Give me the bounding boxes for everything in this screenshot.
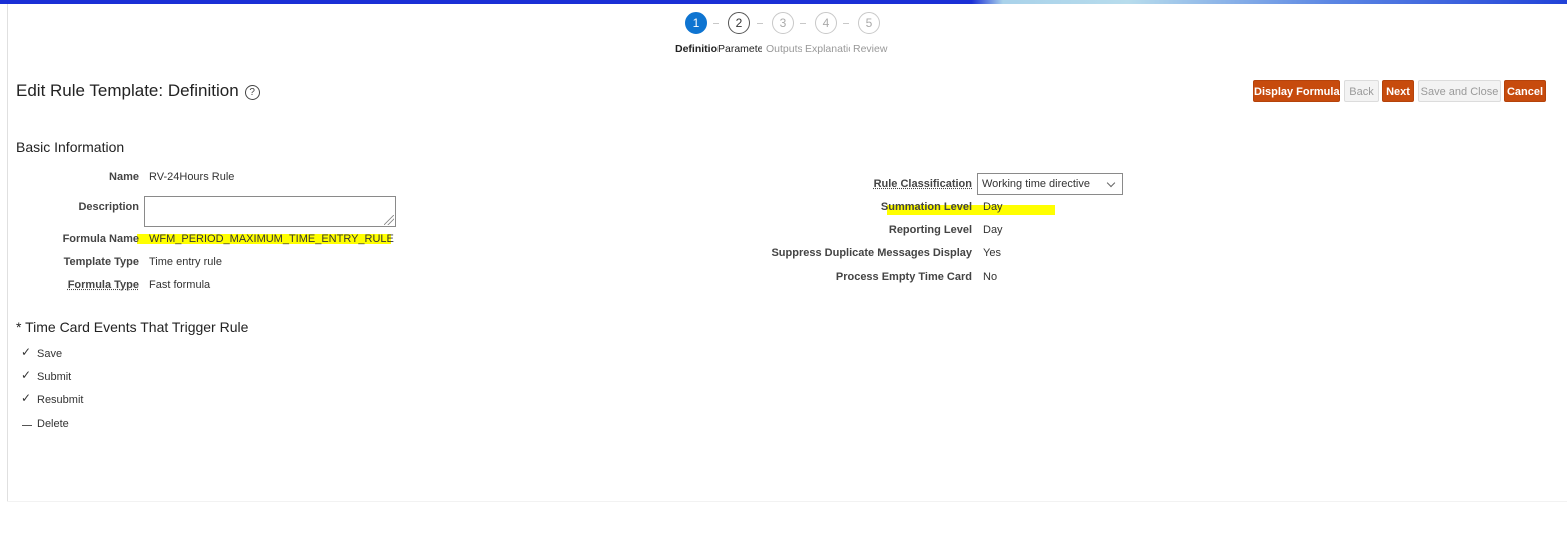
template-type-value: Time entry rule [149,256,222,268]
formula-type-label: Formula Type [67,279,139,291]
resize-grip-icon[interactable] [384,215,394,225]
train-connector [713,23,719,24]
event-label: Save [37,348,63,360]
back-button[interactable]: Back [1344,80,1379,102]
template-type-label: Template Type [63,256,139,268]
reporting-level-value: Day [983,224,1003,236]
summation-level-label: Summation Level [880,201,972,213]
train-step-2-label[interactable]: Parameters [718,43,762,55]
process-empty-label: Process Empty Time Card [835,271,972,283]
checkmark-icon: ✓ [21,391,32,405]
train-step-4: 4 [815,12,837,34]
event-label: Delete [37,418,69,430]
suppress-duplicate-value: Yes [983,247,1001,259]
train-step-5-label: Review [853,43,888,55]
train-connector [843,23,849,24]
train-step-5: 5 [858,12,880,34]
checkmark-icon: ✓ [21,368,32,382]
formula-name-value: WFM_PERIOD_MAXIMUM_TIME_ENTRY_RULE [149,233,394,245]
rule-classification-label: Rule Classification [873,178,972,190]
help-circle-icon[interactable]: ? [244,85,260,100]
train-step-4-label: Explanation [805,43,850,55]
rule-classification-select[interactable]: Working time directive [977,173,1123,195]
train-connector [800,23,806,24]
basic-information-heading: Basic Information [16,139,125,155]
name-label: Name [109,171,139,183]
train-step-1[interactable]: 1 [685,12,707,34]
cancel-button[interactable]: Cancel [1504,80,1546,102]
reporting-level-label: Reporting Level [888,224,972,236]
rule-classification-value: Working time directive [982,178,1090,190]
events-heading: * Time Card Events That Trigger Rule [16,319,249,335]
checkmark-icon: ✓ [21,345,32,359]
dash-icon [22,425,32,426]
save-and-close-button[interactable]: Save and Close [1418,80,1501,102]
display-formula-button[interactable]: Display Formula [1253,80,1340,102]
chevron-down-icon [1106,178,1116,188]
event-label: Submit [37,371,72,383]
content-bottom-border [7,501,1567,502]
process-empty-value: No [983,271,998,283]
suppress-duplicate-label: Suppress Duplicate Messages Display [771,247,972,259]
next-button[interactable]: Next [1382,80,1414,102]
train-connector [757,23,763,24]
train-step-2[interactable]: 2 [728,12,750,34]
train-step-3-label: Outputs [766,43,802,55]
description-label: Description [78,201,139,213]
page-title-text: Edit Rule Template: Definition [16,81,239,100]
event-label: Resubmit [37,394,84,406]
page-title: Edit Rule Template: Definition? [16,81,260,101]
process-train: 1 2 3 4 5 Definition Parameters Outputs … [0,12,1567,58]
train-step-3: 3 [772,12,794,34]
formula-type-value: Fast formula [149,279,211,291]
summation-level-value: Day [983,201,1003,213]
train-step-1-label[interactable]: Definition [675,43,718,55]
formula-name-label: Formula Name [62,233,139,245]
name-value: RV-24Hours Rule [149,171,235,183]
description-field[interactable] [144,196,396,227]
